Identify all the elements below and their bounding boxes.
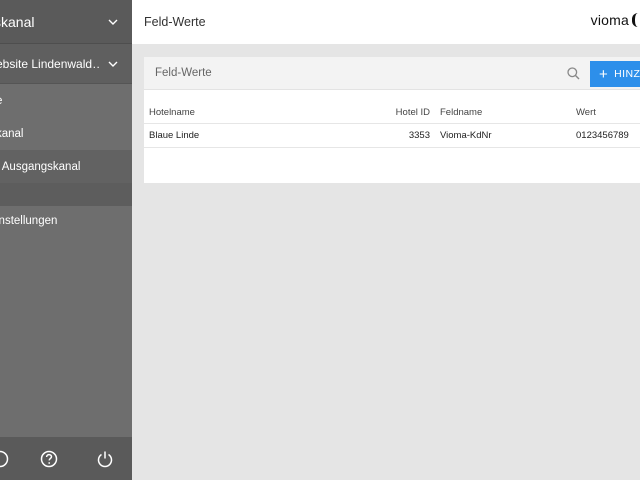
chevron-down-icon[interactable] (108, 17, 118, 27)
card-header: Feld-Werte + HINZU (144, 57, 640, 90)
cell-hotel-id: 3353 (374, 122, 430, 148)
add-button-label: HINZU (614, 68, 640, 80)
sidebar-header-label: skanal (0, 13, 35, 30)
chevron-down-icon[interactable] (108, 59, 118, 69)
vioma-logo: vioma (591, 12, 638, 28)
sidebar-item-3[interactable]: instellungen (0, 206, 132, 236)
plus-icon: + (599, 65, 609, 83)
cell-wert: 0123456789 (576, 122, 640, 148)
field-values-card: Feld-Werte + HINZU Hotelname Hotel ID Fe… (144, 57, 640, 183)
column-header-wert[interactable]: Wert (576, 90, 640, 123)
sidebar: skanal ebsite Lindenwald… e kanal f Ausg… (0, 0, 132, 480)
search-input[interactable]: Feld-Werte (155, 67, 212, 79)
logo-text: vioma (590, 12, 629, 28)
column-header-hotelname[interactable]: Hotelname (144, 90, 374, 123)
field-values-table: Hotelname Hotel ID Feldname Wert Blaue L… (144, 90, 640, 148)
website-select-label: ebsite Lindenwald… (0, 56, 100, 71)
top-bar: Feld-Werte vioma (132, 0, 640, 44)
power-icon[interactable] (96, 450, 114, 468)
cell-hotelname: Blaue Linde (144, 122, 374, 148)
cell-feldname: Vioma-KdNr (430, 122, 576, 148)
sidebar-item-2[interactable]: f Ausgangskanal (0, 150, 132, 183)
website-select[interactable]: ebsite Lindenwald… (0, 44, 132, 84)
table-row[interactable]: Blaue Linde 3353 Vioma-KdNr 0123456789 (144, 122, 640, 148)
add-button[interactable]: + HINZU (590, 61, 640, 87)
sidebar-item-1[interactable]: kanal (0, 117, 132, 150)
help-icon[interactable] (40, 450, 58, 468)
sidebar-footer (0, 437, 132, 480)
settings-icon[interactable] (0, 450, 9, 468)
sidebar-item-label: instellungen (0, 215, 58, 227)
sidebar-header[interactable]: skanal (0, 0, 132, 44)
search-icon[interactable] (567, 67, 580, 80)
logo-mark-icon (632, 13, 638, 27)
column-header-hotel-id[interactable]: Hotel ID (374, 90, 430, 123)
sidebar-active-subitem[interactable] (0, 183, 132, 206)
column-header-feldname[interactable]: Feldname (430, 90, 576, 123)
table-header-row: Hotelname Hotel ID Feldname Wert (144, 90, 640, 123)
sidebar-item-label: f Ausgangskanal (0, 160, 81, 173)
sidebar-item-label: kanal (0, 127, 24, 140)
page-title: Feld-Werte (144, 15, 206, 29)
sidebar-item-0[interactable]: e (0, 84, 132, 117)
sidebar-item-label: e (0, 95, 2, 107)
